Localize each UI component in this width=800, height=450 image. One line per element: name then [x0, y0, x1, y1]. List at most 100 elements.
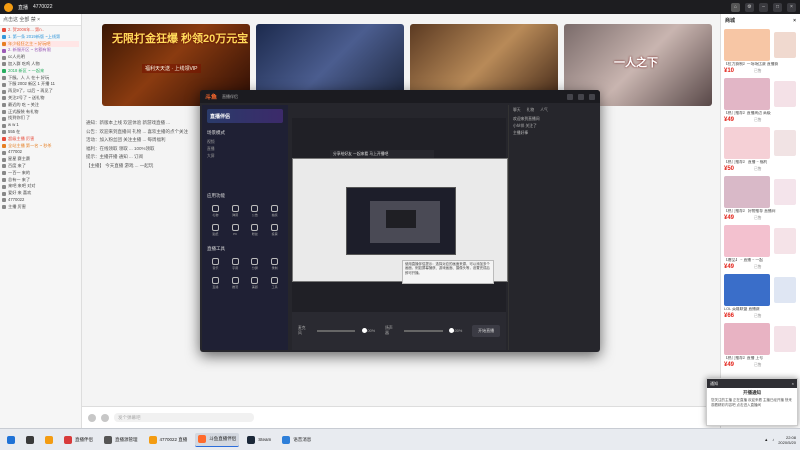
- emoji-icon[interactable]: [88, 413, 96, 422]
- assistant-tab[interactable]: 直播伴侣: [222, 94, 238, 100]
- danmu-list-item[interactable]: 477002: [2, 149, 79, 156]
- close-icon[interactable]: ×: [793, 18, 796, 24]
- minimize-icon[interactable]: [567, 93, 573, 100]
- scene-sub-item[interactable]: 大屏: [202, 153, 288, 160]
- danmu-list-item[interactable]: cc人光明: [2, 54, 79, 61]
- shop-card[interactable]: 【热门推荐】直播 上号 ¥49 已售: [724, 323, 797, 369]
- tool-button[interactable]: 投票: [266, 224, 283, 240]
- close-icon[interactable]: ×: [787, 2, 796, 12]
- tool-button[interactable]: 弹幕: [227, 205, 244, 221]
- notification-popup[interactable]: 通知 × 开播通知 您关注的主播 正在直播 欢迎来看 主播已经开播 快来观看精彩…: [706, 378, 798, 426]
- danmu-list-item[interactable]: 2018 新区 ~ 一起来: [2, 68, 79, 75]
- product-side-image: [774, 277, 796, 303]
- tool-icon: [251, 224, 259, 231]
- tool-button[interactable]: 礼物: [207, 205, 224, 221]
- taskbar-app[interactable]: [42, 433, 56, 447]
- tool-button[interactable]: 粉丝: [247, 224, 264, 240]
- mic-volume-slider[interactable]: [316, 328, 367, 333]
- danmu-list-item[interactable]: 全站主播 第一名 ~ 秒杀: [2, 143, 79, 150]
- tool-button[interactable]: 字幕: [227, 258, 244, 274]
- danmu-list-item[interactable]: 正式服装 有礼物: [2, 109, 79, 116]
- settings-icon[interactable]: [101, 413, 109, 422]
- taskbar-app[interactable]: 斗鱼直播伴侣: [195, 432, 240, 447]
- volume-icon[interactable]: ♪: [772, 437, 774, 442]
- danmu-list-item[interactable]: 超级主播 厉害: [2, 136, 79, 143]
- shop-card[interactable]: 【热门推荐】 直播 ~ 福利 ¥50 已售: [724, 127, 797, 173]
- taskbar-app[interactable]: Steam: [244, 433, 274, 447]
- tool-button[interactable]: 公告: [247, 205, 264, 221]
- tool-button[interactable]: 抽奖: [266, 205, 283, 221]
- close-icon[interactable]: [589, 93, 595, 100]
- danmu-text: 正式服装 有礼物: [8, 108, 39, 114]
- danmu-list-item[interactable]: 星星 赛主赛: [2, 156, 79, 163]
- network-icon[interactable]: ▲: [764, 437, 768, 442]
- speaker-volume: 100%: [452, 329, 463, 333]
- chat-input[interactable]: 发个弹幕吧: [114, 413, 254, 422]
- danmu-list-item[interactable]: 1. 第一条 2019新版 ~上线第: [2, 34, 79, 41]
- danmu-list-item[interactable]: 总有一 来了: [2, 177, 79, 184]
- danmu-text: 主播 厉害: [8, 203, 26, 209]
- shop-card[interactable]: 【拉力赛制】一场场比赛 直播赛 ¥10 已售: [724, 29, 797, 75]
- tool-button[interactable]: PK: [227, 224, 244, 240]
- tool-button[interactable]: 直播: [207, 277, 224, 293]
- danmu-list-item[interactable]: 关注2号了 ~ 送礼物: [2, 95, 79, 102]
- danmu-list-item[interactable]: 加入群 吃鸡 人物: [2, 61, 79, 68]
- danmu-list-item[interactable]: 主播 厉害: [2, 204, 79, 211]
- shop-card[interactable]: 【热门推荐】 好物推荐 直播间 ¥49 已售: [724, 176, 797, 222]
- danmu-list-item[interactable]: 下服 2002 新区 1 开播 11: [2, 81, 79, 88]
- tool-icon: [271, 258, 279, 265]
- tool-button[interactable]: 录制: [266, 258, 283, 274]
- taskbar-app[interactable]: [4, 433, 18, 447]
- taskbar-app[interactable]: [23, 433, 37, 447]
- danmu-list-item[interactable]: 下服。人 人 在十 好玩: [2, 75, 79, 82]
- close-icon[interactable]: ×: [792, 381, 794, 386]
- tool-button[interactable]: 工具: [266, 277, 283, 293]
- slider-knob[interactable]: [361, 328, 367, 333]
- taskbar-app[interactable]: 直播伴侣: [61, 433, 96, 447]
- taskbar-app[interactable]: 直播源管理: [101, 433, 141, 447]
- danmu-list-item[interactable]: 百度 来了: [2, 163, 79, 170]
- product-thumbnail: [724, 274, 770, 306]
- tool-button[interactable]: 美颜: [247, 277, 264, 293]
- danmu-list-item[interactable]: 找到你们 了: [2, 115, 79, 122]
- scene-sub-item[interactable]: 直播: [202, 146, 288, 153]
- danmu-list-item[interactable]: 最近的 吃 ~ 关注: [2, 102, 79, 109]
- tab-gift[interactable]: 礼物: [527, 108, 535, 113]
- danmu-list-item[interactable]: 2. 贺2006年... 第n..: [2, 27, 79, 34]
- taskbar-app[interactable]: 语音消息: [279, 433, 314, 447]
- shop-card[interactable]: 【热门推荐】直播周边 高级 ¥49 已售: [724, 78, 797, 124]
- scene-sub-item[interactable]: 视频: [202, 139, 288, 146]
- room-number: 4770022: [33, 4, 53, 10]
- shop-card[interactable]: LOL 英雄联盟 直播赛 ¥66 已售: [724, 274, 797, 320]
- slider-knob[interactable]: [448, 328, 454, 333]
- danmu-list-item[interactable]: 年少轻狂之主 ~ 好玩吧: [2, 40, 79, 48]
- danmu-list-item[interactable]: 555 在: [2, 129, 79, 136]
- tool-label: 投票: [271, 232, 278, 236]
- danmu-list-item[interactable]: 4770022: [2, 197, 79, 204]
- notification-body: 您关注的主播 正在直播 欢迎来看 主播已经开播 快来观看精彩内容吧 点击进入直播…: [711, 398, 792, 407]
- maximize-icon[interactable]: [578, 93, 584, 100]
- danmu-list-item[interactable]: 一百一 来的: [2, 170, 79, 177]
- maximize-icon[interactable]: □: [773, 2, 782, 12]
- danmu-list-item[interactable]: 再见9了，以后 ~ 再见了: [2, 88, 79, 95]
- tool-button[interactable]: 推流: [227, 277, 244, 293]
- tool-button[interactable]: 贴纸: [207, 224, 224, 240]
- scene-section-title[interactable]: 场景模式: [202, 127, 288, 139]
- settings-icon[interactable]: ⚙: [745, 2, 754, 12]
- danmu-list-item[interactable]: 爱好 来 喜欢: [2, 190, 79, 197]
- tab-chat[interactable]: 聊天: [513, 108, 521, 113]
- danmu-list-item[interactable]: w w 1: [2, 122, 79, 129]
- home-icon[interactable]: ⌂: [731, 2, 740, 12]
- start-live-button[interactable]: 开始直播: [472, 325, 500, 337]
- shop-card[interactable]: 【赠品】 ~ 直播 ~ 一起 ¥49 已售: [724, 225, 797, 271]
- clock[interactable]: 22:08 2020/5/20: [778, 435, 796, 445]
- minimize-icon[interactable]: –: [759, 2, 768, 12]
- taskbar-app[interactable]: 4770022 直播: [146, 433, 191, 447]
- tool-button[interactable]: 音乐: [207, 258, 224, 274]
- product-thumbnail: [724, 176, 770, 208]
- danmu-list-item[interactable]: 来吧 来吧 对对: [2, 183, 79, 190]
- tab-popularity[interactable]: 人气: [540, 108, 548, 113]
- speaker-volume-slider[interactable]: [403, 328, 454, 333]
- tool-button[interactable]: 分屏: [247, 258, 264, 274]
- danmu-list-item[interactable]: 2. 新服开区 ~ 名额有限: [2, 47, 79, 54]
